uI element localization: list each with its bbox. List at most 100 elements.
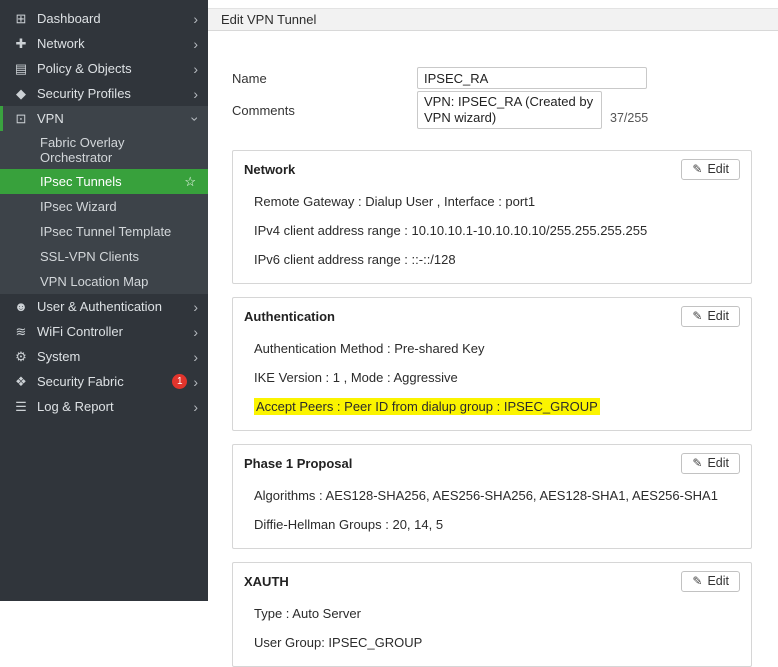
chevron-right-icon: › bbox=[193, 35, 198, 52]
section-title: XAUTH bbox=[244, 573, 289, 589]
pencil-icon: ✎ bbox=[692, 574, 703, 588]
detail-text: Remote Gateway : Dialup User , Interface… bbox=[254, 194, 536, 209]
sidebar-item-vpn-location-map[interactable]: VPN Location Map bbox=[0, 269, 208, 294]
submenu-item-label: Fabric Overlay Orchestrator bbox=[40, 135, 125, 165]
sidebar-item-security-fabric[interactable]: ❖ Security Fabric 1 › bbox=[0, 369, 208, 394]
page-header: Edit VPN Tunnel bbox=[208, 8, 778, 31]
sidebar-item-wifi-controller[interactable]: ≋ WiFi Controller › bbox=[0, 319, 208, 344]
name-input[interactable] bbox=[417, 67, 647, 89]
highlighted-detail-text: Accept Peers : Peer ID from dialup group… bbox=[254, 398, 600, 415]
chevron-right-icon: › bbox=[193, 10, 198, 27]
page-title: Edit VPN Tunnel bbox=[221, 12, 317, 27]
pencil-icon: ✎ bbox=[692, 309, 703, 323]
character-counter: 37/255 bbox=[610, 111, 649, 125]
sidebar-item-label: Security Fabric bbox=[37, 374, 124, 389]
sidebar-item-ssl-vpn-clients[interactable]: SSL-VPN Clients bbox=[0, 244, 208, 269]
sidebar: ⊞ Dashboard › ✚ Network › ▤ Policy & Obj… bbox=[0, 0, 208, 601]
sidebar-item-label: Network bbox=[37, 36, 85, 51]
sidebar-item-label: Log & Report bbox=[37, 399, 114, 414]
sidebar-item-ipsec-wizard[interactable]: IPsec Wizard bbox=[0, 194, 208, 219]
favorite-star-icon[interactable]: ☆ bbox=[184, 174, 196, 189]
detail-line: IKE Version : 1 , Mode : Aggressive bbox=[244, 370, 740, 386]
detail-line: Type : Auto Server bbox=[244, 606, 740, 622]
detail-line: User Group: IPSEC_GROUP bbox=[244, 635, 740, 651]
detail-line: Authentication Method : Pre-shared Key bbox=[244, 341, 740, 357]
detail-text: Diffie-Hellman Groups : 20, 14, 5 bbox=[254, 517, 444, 532]
detail-text: IPv6 client address range : ::-::/128 bbox=[254, 252, 456, 267]
submenu-item-label: IPsec Wizard bbox=[40, 199, 117, 214]
security-fabric-icon: ❖ bbox=[15, 373, 27, 389]
sidebar-item-ipsec-tunnels[interactable]: IPsec Tunnels ☆ bbox=[0, 169, 208, 194]
sidebar-item-dashboard[interactable]: ⊞ Dashboard › bbox=[0, 6, 208, 31]
detail-text: Algorithms : AES128-SHA256, AES256-SHA25… bbox=[254, 488, 718, 503]
sidebar-item-label: Policy & Objects bbox=[37, 61, 132, 76]
user-icon: ☻ bbox=[14, 299, 28, 314]
detail-text: Authentication Method : Pre-shared Key bbox=[254, 341, 485, 356]
sidebar-item-user-authentication[interactable]: ☻ User & Authentication › bbox=[0, 294, 208, 319]
network-section: Network ✎ Edit Remote Gateway : Dialup U… bbox=[232, 150, 752, 284]
detail-line: Accept Peers : Peer ID from dialup group… bbox=[244, 398, 740, 415]
xauth-section: XAUTH ✎ Edit Type : Auto Server User Gro… bbox=[232, 562, 752, 667]
name-row: Name bbox=[232, 67, 752, 89]
dashboard-icon: ⊞ bbox=[15, 10, 27, 26]
sidebar-item-ipsec-tunnel-template[interactable]: IPsec Tunnel Template bbox=[0, 219, 208, 244]
sidebar-item-security-profiles[interactable]: ◆ Security Profiles › bbox=[0, 81, 208, 106]
submenu-item-label: VPN Location Map bbox=[40, 274, 149, 289]
section-title: Phase 1 Proposal bbox=[244, 455, 353, 471]
edit-authentication-button[interactable]: ✎ Edit bbox=[681, 305, 740, 327]
phase1-proposal-section: Phase 1 Proposal ✎ Edit Algorithms : AES… bbox=[232, 444, 752, 549]
sidebar-item-system[interactable]: ⚙ System › bbox=[0, 344, 208, 369]
submenu-item-label: IPsec Tunnel Template bbox=[40, 224, 172, 239]
detail-line: IPv6 client address range : ::-::/128 bbox=[244, 252, 740, 268]
vpn-submenu: Fabric Overlay Orchestrator IPsec Tunnel… bbox=[0, 131, 208, 294]
sidebar-item-log-report[interactable]: ☰ Log & Report › bbox=[0, 394, 208, 419]
chevron-right-icon: › bbox=[193, 60, 198, 77]
section-title: Authentication bbox=[244, 308, 335, 324]
edit-button-label: Edit bbox=[707, 162, 729, 176]
wifi-icon: ≋ bbox=[15, 323, 27, 339]
sidebar-item-label: User & Authentication bbox=[37, 299, 163, 314]
settings-sections: Network ✎ Edit Remote Gateway : Dialup U… bbox=[232, 150, 752, 667]
chevron-right-icon: › bbox=[193, 373, 198, 390]
chevron-right-icon: › bbox=[193, 85, 198, 102]
edit-button-label: Edit bbox=[707, 574, 729, 588]
chevron-right-icon: › bbox=[193, 398, 198, 415]
edit-button-label: Edit bbox=[707, 309, 729, 323]
network-icon: ✚ bbox=[15, 35, 27, 51]
edit-phase1-proposal-button[interactable]: ✎ Edit bbox=[681, 452, 740, 474]
log-report-icon: ☰ bbox=[15, 398, 27, 414]
authentication-section: Authentication ✎ Edit Authentication Met… bbox=[232, 297, 752, 431]
sidebar-item-policy-objects[interactable]: ▤ Policy & Objects › bbox=[0, 56, 208, 81]
sidebar-item-fabric-overlay-orchestrator[interactable]: Fabric Overlay Orchestrator bbox=[0, 131, 208, 169]
sidebar-item-label: System bbox=[37, 349, 81, 364]
sidebar-item-vpn[interactable]: ⊡ VPN › bbox=[0, 106, 208, 131]
security-profiles-icon: ◆ bbox=[16, 85, 26, 101]
submenu-item-label: IPsec Tunnels bbox=[40, 174, 122, 189]
detail-text: IKE Version : 1 , Mode : Aggressive bbox=[254, 370, 458, 385]
comments-input[interactable]: VPN: IPSEC_RA (Created by VPN wizard) bbox=[417, 91, 602, 129]
pencil-icon: ✎ bbox=[692, 162, 703, 176]
edit-vpn-tunnel-form: Name Comments VPN: IPSEC_RA (Created by … bbox=[208, 31, 778, 667]
main-panel: Edit VPN Tunnel Name Comments VPN: IPSEC… bbox=[208, 0, 778, 667]
name-label: Name bbox=[232, 70, 267, 86]
detail-text: User Group: IPSEC_GROUP bbox=[254, 635, 423, 650]
sidebar-item-label: VPN bbox=[37, 111, 64, 126]
pencil-icon: ✎ bbox=[692, 456, 703, 470]
detail-line: Remote Gateway : Dialup User , Interface… bbox=[244, 194, 740, 210]
comments-row: Comments VPN: IPSEC_RA (Created by VPN w… bbox=[232, 91, 752, 129]
gear-icon: ⚙ bbox=[15, 348, 27, 364]
sidebar-item-network[interactable]: ✚ Network › bbox=[0, 31, 208, 56]
chevron-down-icon: › bbox=[187, 116, 204, 121]
edit-network-button[interactable]: ✎ Edit bbox=[681, 158, 740, 180]
sidebar-item-label: WiFi Controller bbox=[37, 324, 123, 339]
chevron-right-icon: › bbox=[193, 348, 198, 365]
detail-line: IPv4 client address range : 10.10.10.1-1… bbox=[244, 223, 740, 239]
detail-line: Algorithms : AES128-SHA256, AES256-SHA25… bbox=[244, 488, 740, 504]
notification-badge: 1 bbox=[172, 374, 188, 389]
policy-objects-icon: ▤ bbox=[14, 60, 28, 76]
edit-button-label: Edit bbox=[707, 456, 729, 470]
edit-xauth-button[interactable]: ✎ Edit bbox=[681, 570, 740, 592]
chevron-right-icon: › bbox=[193, 298, 198, 315]
vpn-icon: ⊡ bbox=[15, 110, 27, 126]
sidebar-item-label: Dashboard bbox=[37, 11, 101, 26]
